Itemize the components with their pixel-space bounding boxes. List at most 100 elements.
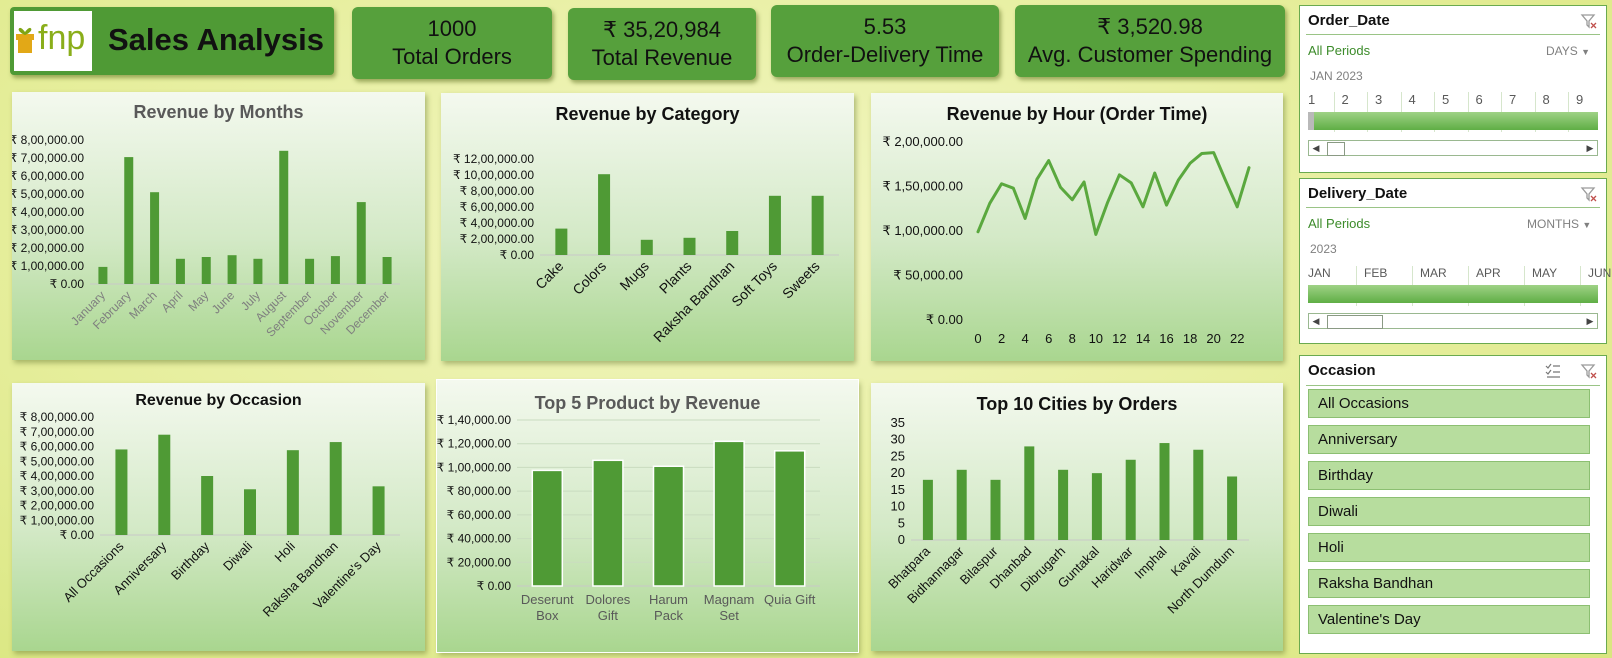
y-tick-label: ₹ 1,00,000.00 bbox=[12, 259, 84, 273]
timeline-tick-label: MAY bbox=[1532, 266, 1558, 280]
scroll-left-icon[interactable]: ◀ bbox=[1309, 141, 1323, 155]
bar bbox=[227, 255, 237, 284]
slicer-divider bbox=[1306, 34, 1600, 35]
data-point bbox=[1047, 159, 1050, 162]
bar bbox=[356, 202, 366, 284]
timeline-tick-label: 9 bbox=[1576, 92, 1584, 107]
bar bbox=[531, 469, 564, 587]
chevron-down-icon: ▼ bbox=[1581, 47, 1591, 57]
bar bbox=[652, 465, 685, 587]
occasion-item[interactable]: All Occasions bbox=[1308, 389, 1590, 418]
chart-revenue-by-hour[interactable]: Revenue by Hour (Order Time) ₹ 0.00 ₹ 50,… bbox=[871, 93, 1283, 361]
category-chart-svg: ₹ 0.00 ₹ 2,00,000.00 ₹ 4,00,000.00 ₹ 6,00,0… bbox=[453, 152, 839, 345]
timeline-bar[interactable] bbox=[1308, 112, 1598, 130]
kpi-total-revenue: ₹ 35,20,984 Total Revenue bbox=[568, 8, 756, 80]
y-tick-label: 15 bbox=[891, 482, 905, 497]
timeline-tick-label: APR bbox=[1476, 266, 1501, 280]
clear-filter-icon[interactable] bbox=[1580, 185, 1598, 203]
data-point bbox=[1059, 186, 1062, 189]
slicer-order-date[interactable]: Order_Date All Periods DAYS ▼ JAN 2023 1… bbox=[1299, 5, 1607, 173]
clear-filter-icon[interactable] bbox=[1580, 362, 1598, 380]
bar bbox=[1159, 443, 1170, 540]
hour-chart-svg: ₹ 0.00 ₹ 50,000.00 ₹ 1,00,000.00 ₹ 1,50,000… bbox=[882, 134, 1251, 346]
y-tick-label: ₹ 0.00 bbox=[50, 277, 85, 291]
scroll-right-icon[interactable]: ▶ bbox=[1583, 141, 1597, 155]
chart-revenue-by-months[interactable]: Revenue by Months ₹ 0.00 ₹ 1,00,000.00 ₹ 2… bbox=[12, 92, 425, 360]
bar bbox=[713, 440, 745, 587]
x-tick-label: 0 bbox=[974, 331, 981, 346]
bar bbox=[150, 192, 160, 284]
occasion-item[interactable]: Anniversary bbox=[1308, 425, 1590, 454]
y-tick-label: ₹ 8,00,000.00 bbox=[460, 184, 535, 198]
clear-filter-icon[interactable] bbox=[1580, 12, 1598, 30]
data-point bbox=[1141, 205, 1145, 209]
occasion-item[interactable]: Raksha Bandhan bbox=[1308, 569, 1590, 598]
scroll-right-icon[interactable]: ▶ bbox=[1583, 314, 1597, 328]
x-tick-label: 22 bbox=[1230, 331, 1244, 346]
slicer-title: Delivery_Date bbox=[1308, 185, 1408, 202]
slicer-title: Occasion bbox=[1308, 362, 1376, 379]
timeline-period: 2023 bbox=[1310, 242, 1337, 256]
chart-top10-cities[interactable]: Top 10 Cities by Orders 0 5 10 15 20 25 30 35 Bh… bbox=[871, 383, 1283, 651]
timeline-bar[interactable] bbox=[1308, 285, 1598, 303]
x-tick-label: Magnam Set bbox=[704, 592, 755, 623]
timeline-level-dropdown[interactable]: DAYS ▼ bbox=[1546, 44, 1590, 58]
bar bbox=[372, 486, 385, 535]
y-tick-label: ₹ 2,00,000.00 bbox=[12, 241, 84, 255]
timeline-tick-label: 6 bbox=[1475, 92, 1483, 107]
y-tick-label: 35 bbox=[891, 415, 905, 430]
x-tick-label: Imphal bbox=[1131, 543, 1169, 581]
y-tick-label: 10 bbox=[891, 499, 905, 514]
timeline-scrollbar[interactable]: ◀ ▶ bbox=[1308, 140, 1598, 156]
chart-top5-products[interactable]: Top 5 Product by Revenue ₹ 0.00 ₹ 20,000.… bbox=[436, 379, 859, 653]
timeline-level: DAYS bbox=[1546, 44, 1578, 58]
data-point bbox=[1118, 173, 1121, 177]
occasion-item[interactable]: Valentine's Day bbox=[1308, 605, 1590, 634]
kpi-label: Total Orders bbox=[392, 44, 512, 69]
x-tick-label: Harum Pack bbox=[649, 592, 688, 623]
bar bbox=[201, 257, 211, 284]
bar bbox=[773, 450, 806, 587]
timeline-level-dropdown[interactable]: MONTHS ▼ bbox=[1527, 217, 1591, 231]
chart-revenue-by-category[interactable]: Revenue by Category ₹ 0.00 ₹ 2,00,000.00 ₹… bbox=[441, 93, 854, 361]
slicer-occasion[interactable]: Occasion All Occasions Anniversary Birth… bbox=[1299, 355, 1607, 654]
occasion-item[interactable]: Birthday bbox=[1308, 461, 1590, 490]
bar bbox=[115, 449, 128, 535]
bar bbox=[1125, 459, 1136, 540]
bar bbox=[305, 258, 315, 284]
multi-select-icon[interactable] bbox=[1544, 362, 1562, 380]
kpi-value: 1000 bbox=[427, 16, 477, 41]
chart-revenue-by-occasion[interactable]: Revenue by Occasion ₹ 0.00 ₹ 1,00,000.00 ₹… bbox=[12, 383, 425, 651]
slicer-delivery-date[interactable]: Delivery_Date All Periods MONTHS ▼ 2023 … bbox=[1299, 178, 1611, 344]
x-tick-label: Raksha Bandhan bbox=[650, 258, 737, 345]
bar bbox=[201, 476, 214, 535]
data-point bbox=[1012, 186, 1015, 190]
data-point bbox=[1000, 182, 1003, 185]
scroll-left-icon[interactable]: ◀ bbox=[1309, 314, 1323, 328]
scroll-thumb[interactable] bbox=[1327, 315, 1383, 329]
timeline-tick-label: 8 bbox=[1542, 92, 1550, 107]
y-tick-label: 25 bbox=[891, 448, 905, 463]
x-tick-label: March bbox=[126, 288, 159, 321]
data-point bbox=[1236, 205, 1239, 209]
x-tick-label: Sweets bbox=[779, 258, 823, 302]
timeline-ticks: JAN FEB MAR APR MAY JUN bbox=[1308, 266, 1611, 306]
occasion-item[interactable]: Holi bbox=[1308, 533, 1590, 562]
y-tick-label: ₹ 2,00,000.00 bbox=[20, 499, 95, 513]
months-chart-svg: ₹ 0.00 ₹ 1,00,000.00 ₹ 2,00,000.00 ₹ 3,00,0… bbox=[12, 133, 400, 340]
y-tick-label: 30 bbox=[891, 432, 905, 447]
scroll-thumb[interactable] bbox=[1327, 142, 1345, 156]
x-tick-label: Dolores Gift bbox=[586, 592, 631, 623]
timeline-scrollbar[interactable]: ◀ ▶ bbox=[1308, 313, 1598, 329]
timeline-level: MONTHS bbox=[1527, 217, 1579, 231]
occasion-item[interactable]: Diwali bbox=[1308, 497, 1590, 526]
data-point bbox=[1094, 233, 1098, 236]
y-tick-label: 0 bbox=[898, 532, 905, 547]
y-tick-label: ₹ 1,00,000.00 bbox=[437, 460, 511, 474]
y-tick-label: ₹ 60,000.00 bbox=[447, 508, 512, 522]
y-tick-label: ₹ 6,00,000.00 bbox=[460, 200, 535, 214]
y-tick-label: ₹ 2,00,000.00 bbox=[882, 134, 963, 149]
x-tick-label: Birthday bbox=[168, 538, 213, 583]
bar bbox=[279, 150, 289, 284]
timeline-handle[interactable] bbox=[1308, 112, 1314, 130]
